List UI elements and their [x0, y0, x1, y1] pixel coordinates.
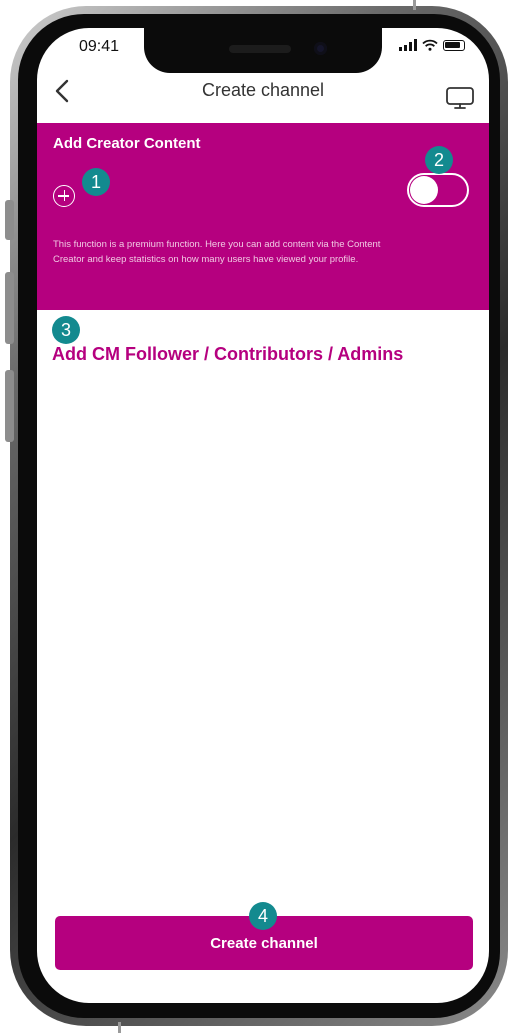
- status-icons: [399, 39, 465, 51]
- status-time: 09:41: [79, 38, 120, 55]
- monitor-button[interactable]: [445, 85, 475, 111]
- device-cable: [118, 1022, 121, 1033]
- annotation-marker-2: 2: [425, 146, 453, 174]
- camera-icon: [314, 42, 327, 55]
- device-cable: [413, 0, 416, 10]
- creator-content-toggle[interactable]: [407, 173, 469, 207]
- creator-content-panel: Add Creator Content This function is a p…: [37, 123, 489, 310]
- premium-description: This function is a premium function. Her…: [53, 239, 381, 265]
- phone-side-button: [5, 370, 14, 442]
- speaker-grille: [229, 45, 291, 53]
- members-section-title[interactable]: Add CM Follower / Contributors / Admins: [52, 344, 403, 365]
- phone-notch: [144, 28, 382, 73]
- page-title: Create channel: [201, 80, 325, 100]
- phone-side-button: [5, 200, 14, 240]
- app-screen: 09:41 Create channel Add Creator Content: [37, 28, 489, 1003]
- phone-side-button: [5, 272, 14, 344]
- creator-content-title: Add Creator Content: [53, 135, 201, 152]
- annotation-marker-4: 4: [249, 902, 277, 930]
- annotation-marker-3: 3: [52, 316, 80, 344]
- signal-icon: [399, 39, 417, 51]
- monitor-icon: [446, 87, 474, 109]
- toggle-knob: [410, 176, 438, 204]
- add-creator-content-button[interactable]: [53, 185, 75, 207]
- battery-icon: [443, 39, 465, 51]
- wifi-icon: [422, 39, 438, 51]
- annotation-marker-1: 1: [82, 168, 110, 196]
